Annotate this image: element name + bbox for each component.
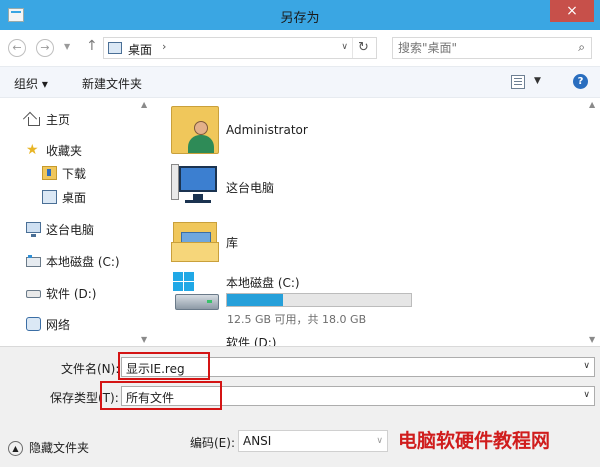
encoding-label: 编码(E): [190, 436, 235, 450]
star-icon: ★ [26, 142, 39, 158]
save-form: 文件名(N): 显示IE.reg ∨ 保存类型(T): 所有文件 ∨ ▲ 隐藏文件… [0, 346, 600, 467]
navigation-bar: ← → ▼ ↑ 桌面 › ∨ ↻ ⌕ [0, 30, 600, 66]
item-name: 这台电脑 [226, 181, 275, 195]
help-button[interactable]: ? [573, 74, 588, 89]
window-title: 另存为 [280, 11, 320, 26]
drive-free-space: 12.5 GB 可用，共 18.0 GB [227, 313, 367, 326]
list-item-libraries[interactable]: 库 [171, 216, 591, 268]
item-name: 本地磁盘 (C:) [226, 276, 300, 290]
highlight-box [100, 381, 222, 410]
desktop-icon [108, 42, 122, 54]
sidebar-item-label: 网络 [46, 318, 71, 332]
view-dropdown-button[interactable]: ▼ [534, 76, 541, 86]
drive-icon [26, 255, 41, 267]
back-button[interactable]: ← [8, 39, 26, 57]
item-name: 库 [226, 236, 239, 250]
scroll-up-arrow-icon[interactable]: ▲ [141, 100, 147, 109]
item-name: Administrator [226, 123, 308, 137]
view-options-icon[interactable] [511, 75, 525, 89]
dvd-drive-icon [171, 334, 219, 346]
up-button[interactable]: ↑ [86, 38, 98, 54]
filename-dropdown-icon[interactable]: ∨ [583, 361, 590, 371]
sidebar-scrollbar[interactable]: ▲ ▼ [138, 98, 152, 346]
breadcrumb-separator[interactable]: › [162, 40, 166, 53]
user-folder-icon [171, 106, 219, 154]
sidebar-item-label: 本地磁盘 (C:) [46, 255, 120, 269]
file-type-dropdown-icon[interactable]: ∨ [583, 390, 590, 400]
new-folder-button[interactable]: 新建文件夹 [82, 75, 142, 92]
search-input[interactable] [398, 40, 558, 56]
collapse-arrow-icon: ▲ [8, 441, 23, 456]
watermark-text: 电脑软硬件教程网 [398, 430, 551, 452]
computer-icon [26, 222, 41, 237]
encoding-dropdown-icon[interactable]: ∨ [376, 436, 383, 446]
network-icon [26, 317, 41, 331]
refresh-button[interactable]: ↻ [352, 38, 374, 58]
search-icon[interactable]: ⌕ [578, 40, 585, 55]
hide-folders-button[interactable]: ▲ 隐藏文件夹 [8, 439, 89, 456]
scroll-down-arrow-icon[interactable]: ▼ [141, 335, 147, 344]
desktop-icon [42, 190, 57, 204]
file-list: Administrator 这台电脑 库 本地磁盘 (C:) 12.5 GB 可… [153, 98, 600, 346]
drive-usage-bar [226, 293, 412, 307]
scroll-up-arrow-icon[interactable]: ▲ [589, 100, 595, 109]
library-icon [171, 216, 219, 264]
title-bar: 另存为 × [0, 0, 600, 30]
organize-button[interactable]: 组织 ▾ [14, 75, 48, 92]
home-icon [26, 112, 41, 126]
sidebar-item-label: 桌面 [62, 191, 87, 205]
search-box[interactable]: ⌕ [392, 37, 592, 59]
command-bar: 组织 ▾ 新建文件夹 ▼ ? [0, 66, 600, 98]
sidebar-item-label: 主页 [46, 113, 71, 127]
sidebar-item-label: 收藏夹 [46, 144, 83, 158]
dvd-drive-icon [26, 290, 41, 298]
recent-locations-button[interactable]: ▼ [64, 42, 70, 51]
download-folder-icon [42, 166, 57, 180]
hide-folders-label: 隐藏文件夹 [29, 441, 90, 455]
sidebar-item-label: 下载 [62, 167, 87, 181]
filename-label: 文件名(N): [61, 362, 120, 376]
drive-usage-fill [227, 294, 284, 306]
windows-drive-icon [171, 270, 219, 318]
address-bar[interactable]: 桌面 › ∨ ↻ [103, 37, 377, 59]
address-location[interactable]: 桌面 [128, 41, 152, 58]
encoding-value[interactable]: ANSI [243, 434, 271, 448]
address-dropdown-icon[interactable]: ∨ [341, 42, 348, 52]
computer-icon [171, 160, 219, 208]
content-scrollbar[interactable]: ▲ ▼ [586, 98, 600, 346]
highlight-box [118, 352, 210, 380]
forward-button[interactable]: → [36, 39, 54, 57]
list-item-software-d[interactable]: 软件 (D:) [171, 334, 591, 346]
scroll-down-arrow-icon[interactable]: ▼ [589, 335, 595, 344]
list-item-administrator[interactable]: Administrator [171, 106, 591, 158]
encoding-select[interactable]: ANSI ∨ [238, 430, 388, 452]
navigation-pane: 主页 ★ 收藏夹 下载 桌面 这台电脑 本地磁盘 (C:) 软件 (D:) 网络… [0, 98, 152, 346]
close-button[interactable]: × [550, 0, 594, 22]
list-item-this-pc[interactable]: 这台电脑 [171, 160, 591, 212]
sidebar-item-label: 这台电脑 [46, 223, 95, 237]
sidebar-item-label: 软件 (D:) [46, 287, 97, 301]
item-name: 软件 (D:) [226, 336, 277, 346]
